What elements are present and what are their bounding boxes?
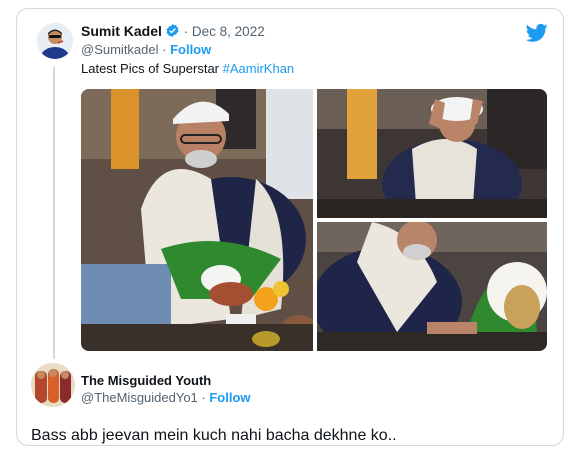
hashtag-link[interactable]: #AamirKhan	[223, 61, 295, 76]
follow-reply-author-button[interactable]: Follow	[209, 390, 250, 405]
handle-separator: ·	[158, 42, 171, 57]
author-avatar[interactable]	[37, 23, 73, 59]
author-name-row: Sumit Kadel · Dec 8, 2022	[81, 23, 265, 39]
twitter-bird-icon[interactable]	[525, 23, 548, 43]
author-name[interactable]: Sumit Kadel	[81, 23, 162, 39]
author-handle[interactable]: @Sumitkadel	[81, 42, 159, 57]
photo-hands-on-head[interactable]	[317, 89, 547, 218]
reply-handle-row: @TheMisguidedYo1 · Follow	[81, 390, 251, 405]
photo-coconut-offering[interactable]	[317, 222, 547, 351]
tweet-text: Latest Pics of Superstar #AamirKhan	[81, 61, 294, 76]
reply-author-handle[interactable]: @TheMisguidedYo1	[81, 390, 198, 405]
quoted-tweet[interactable]: Sumit Kadel · Dec 8, 2022 @Sumitkadel · …	[17, 9, 563, 361]
reply-handle-separator: ·	[197, 390, 210, 405]
tweet-card: Sumit Kadel · Dec 8, 2022 @Sumitkadel · …	[16, 8, 564, 446]
follow-author-button[interactable]: Follow	[170, 42, 211, 57]
tweet-text-body: Latest Pics of Superstar	[81, 61, 223, 76]
thread-connector-line	[53, 67, 55, 359]
tweet-date[interactable]: Dec 8, 2022	[192, 24, 265, 39]
date-separator: ·	[179, 24, 192, 39]
reply-author-avatar[interactable]	[31, 363, 75, 407]
reply-text: Bass abb jeevan mein kuch nahi bacha dek…	[31, 427, 397, 444]
reply-author-name[interactable]: The Misguided Youth	[81, 373, 211, 388]
photo-grid	[81, 89, 547, 351]
verified-badge-icon	[165, 23, 180, 38]
author-handle-row: @Sumitkadel · Follow	[81, 42, 211, 57]
photo-ritual-main[interactable]	[81, 89, 313, 351]
